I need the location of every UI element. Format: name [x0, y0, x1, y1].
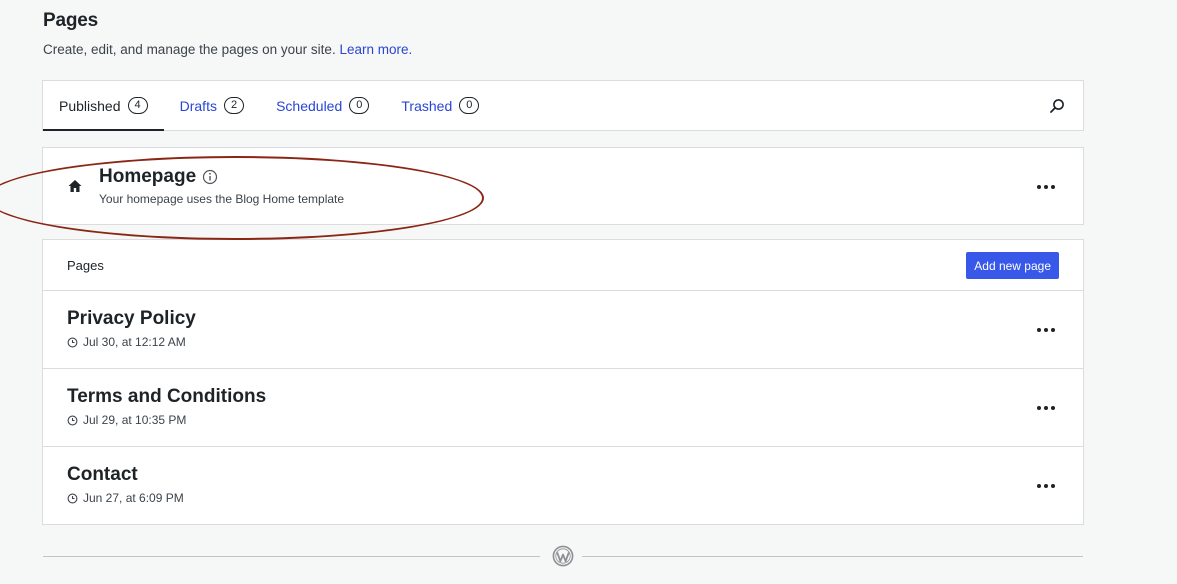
page-title-link[interactable]: Contact — [67, 464, 138, 486]
search-icon — [1050, 98, 1064, 113]
page-date: Jul 30, at 12:12 AM — [67, 335, 186, 349]
page-title-link[interactable]: Privacy Policy — [67, 308, 196, 330]
tab-count: 0 — [459, 97, 480, 114]
page-date: Jul 29, at 10:35 PM — [67, 413, 186, 427]
page-title: Pages — [43, 10, 98, 31]
clock-icon — [67, 493, 78, 504]
ellipsis-icon — [1037, 185, 1055, 189]
tab-label: Drafts — [179, 97, 217, 114]
tab-drafts[interactable]: Drafts 2 — [164, 81, 260, 130]
tab-trashed[interactable]: Trashed 0 — [385, 81, 495, 130]
homepage-more-button[interactable] — [1035, 176, 1057, 198]
tab-label: Scheduled — [276, 97, 343, 114]
page-row: Privacy Policy Jul 30, at 12:12 AM — [43, 291, 1083, 369]
wordpress-logo-icon — [552, 545, 574, 572]
ellipsis-icon — [1037, 484, 1055, 488]
pages-list-header: Pages Add new page — [43, 240, 1083, 291]
ellipsis-icon — [1037, 406, 1055, 410]
add-new-page-button[interactable]: Add new page — [966, 252, 1059, 279]
pages-section-label: Pages — [67, 258, 104, 273]
info-icon[interactable] — [202, 169, 218, 185]
page-date-text: Jul 29, at 10:35 PM — [83, 413, 187, 427]
learn-more-link[interactable]: Learn more. — [339, 42, 412, 57]
tab-count: 2 — [223, 97, 245, 114]
tab-published[interactable]: Published 4 — [43, 81, 164, 131]
tab-count: 0 — [349, 97, 370, 114]
page-more-button[interactable] — [1035, 397, 1057, 419]
house-icon — [67, 178, 83, 199]
footer-divider-right — [582, 556, 1083, 557]
page-more-button[interactable] — [1035, 475, 1057, 497]
page-row: Contact Jun 27, at 6:09 PM — [43, 447, 1083, 525]
page-title-link[interactable]: Terms and Conditions — [67, 386, 266, 408]
search-button[interactable] — [1031, 81, 1083, 130]
homepage-card: Homepage Your homepage uses the Blog Hom… — [42, 147, 1084, 225]
tab-scheduled[interactable]: Scheduled 0 — [260, 81, 385, 130]
clock-icon — [67, 415, 78, 426]
tab-label: Published — [59, 97, 121, 114]
page-footer — [43, 543, 1083, 569]
page-date: Jun 27, at 6:09 PM — [67, 491, 184, 505]
subtitle-text: Create, edit, and manage the pages on yo… — [43, 42, 336, 57]
page-date-text: Jun 27, at 6:09 PM — [83, 491, 184, 505]
status-tabs: Published 4 Drafts 2 Scheduled 0 Trashed… — [42, 80, 1084, 131]
page-row: Terms and Conditions Jul 29, at 10:35 PM — [43, 369, 1083, 447]
homepage-description: Your homepage uses the Blog Home templat… — [99, 192, 345, 206]
page-more-button[interactable] — [1035, 319, 1057, 341]
page-subtitle: Create, edit, and manage the pages on yo… — [43, 42, 412, 57]
clock-icon — [67, 337, 78, 348]
homepage-title[interactable]: Homepage — [99, 166, 218, 188]
pages-list-card: Pages Add new page Privacy Policy Jul 30… — [42, 239, 1084, 525]
tab-spacer — [495, 81, 1031, 130]
ellipsis-icon — [1037, 328, 1055, 332]
tab-count: 4 — [127, 97, 148, 114]
page-header: Pages Create, edit, and manage the pages… — [43, 10, 412, 57]
homepage-title-text: Homepage — [99, 166, 197, 187]
page-date-text: Jul 30, at 12:12 AM — [83, 335, 186, 349]
footer-divider-left — [43, 556, 540, 557]
tab-label: Trashed — [401, 97, 453, 114]
